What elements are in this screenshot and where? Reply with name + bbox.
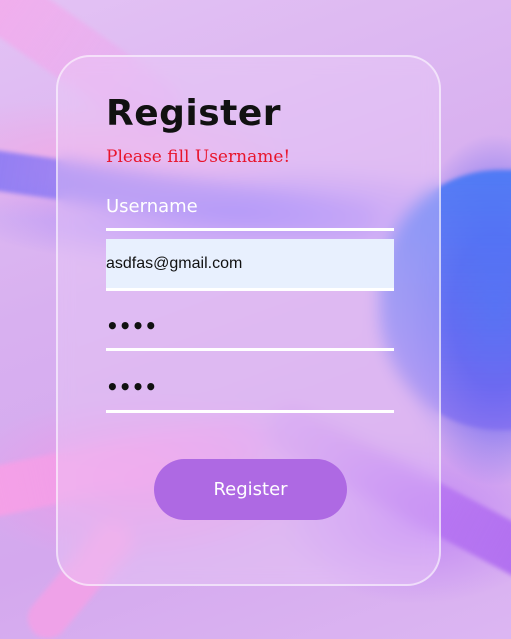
email-input[interactable] <box>106 239 394 291</box>
register-button[interactable]: Register <box>154 459 347 520</box>
password-input[interactable] <box>106 303 394 351</box>
username-input[interactable] <box>106 185 394 231</box>
form-title: Register <box>106 93 282 134</box>
register-form: Register Please fill Username! Register <box>56 55 441 586</box>
confirm-password-input[interactable] <box>106 363 394 413</box>
error-message: Please fill Username! <box>106 147 291 167</box>
